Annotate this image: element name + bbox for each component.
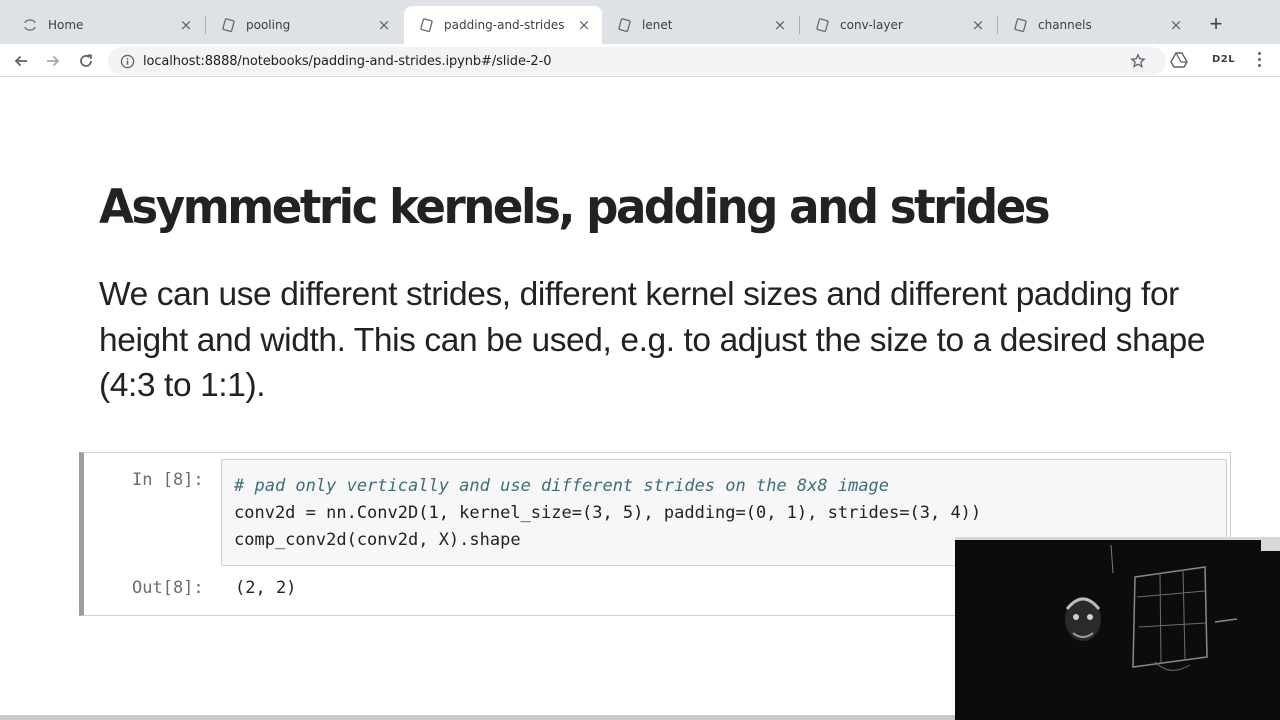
tab-label: padding-and-strides	[444, 18, 565, 32]
more-menu-icon[interactable]	[1258, 50, 1262, 70]
drive-extension-icon[interactable]	[1170, 52, 1188, 68]
bottom-border	[0, 715, 955, 720]
tab-label: conv-layer	[840, 18, 903, 32]
code-line: comp_conv2d(conv2d, X).shape	[234, 530, 521, 550]
tab-pooling[interactable]: pooling ×	[206, 6, 402, 44]
notebook-icon	[418, 17, 434, 33]
tab-lenet[interactable]: lenet ×	[602, 6, 798, 44]
slide-title: Asymmetric kernels, padding and strides	[99, 180, 1051, 235]
tab-strip: Home × pooling × padding-and-strides × l…	[0, 0, 1280, 44]
tab-label: channels	[1038, 18, 1092, 32]
back-arrow-icon[interactable]	[10, 50, 32, 72]
plus-icon[interactable]: +	[1206, 13, 1226, 35]
close-icon[interactable]: ×	[178, 17, 194, 33]
close-icon[interactable]: ×	[1168, 17, 1184, 33]
d2l-extension-button[interactable]: D2L	[1212, 54, 1235, 65]
close-icon[interactable]: ×	[376, 17, 392, 33]
tab-label: Home	[48, 18, 84, 32]
notebook-icon	[616, 17, 632, 33]
cell-output: (2, 2)	[235, 578, 297, 598]
address-bar[interactable]: localhost:8888/notebooks/padding-and-str…	[108, 47, 1166, 75]
tab-home[interactable]: Home ×	[8, 6, 204, 44]
info-icon[interactable]	[120, 54, 135, 69]
close-icon[interactable]: ×	[772, 17, 788, 33]
output-prompt: Out[8]:	[132, 578, 204, 598]
close-icon[interactable]: ×	[576, 17, 592, 33]
input-prompt: In [8]:	[132, 470, 204, 490]
notebook-icon	[814, 17, 830, 33]
webcam-frame	[955, 537, 1280, 720]
tab-padding-and-strides[interactable]: padding-and-strides ×	[404, 6, 602, 44]
forward-arrow-icon[interactable]	[42, 50, 64, 72]
close-icon[interactable]: ×	[970, 17, 986, 33]
tab-label: lenet	[642, 18, 673, 32]
notebook-icon	[1012, 17, 1028, 33]
webcam-video	[955, 537, 1280, 720]
tab-conv-layer[interactable]: conv-layer ×	[800, 6, 996, 44]
reload-icon[interactable]	[75, 50, 97, 72]
code-block: # pad only vertically and use different …	[234, 473, 981, 554]
star-icon[interactable]	[1130, 53, 1146, 69]
code-comment-line: # pad only vertically and use different …	[234, 476, 890, 496]
browser-toolbar: localhost:8888/notebooks/padding-and-str…	[0, 44, 1280, 77]
code-line: conv2d = nn.Conv2D(1, kernel_size=(3, 5)…	[234, 503, 982, 523]
notebook-icon	[220, 17, 236, 33]
jupyter-logo-icon	[22, 17, 38, 33]
tab-label: pooling	[246, 18, 291, 32]
url-text: localhost:8888/notebooks/padding-and-str…	[143, 53, 552, 69]
slide-body-text: We can use different strides, different …	[99, 276, 1206, 404]
tab-channels[interactable]: channels ×	[998, 6, 1194, 44]
